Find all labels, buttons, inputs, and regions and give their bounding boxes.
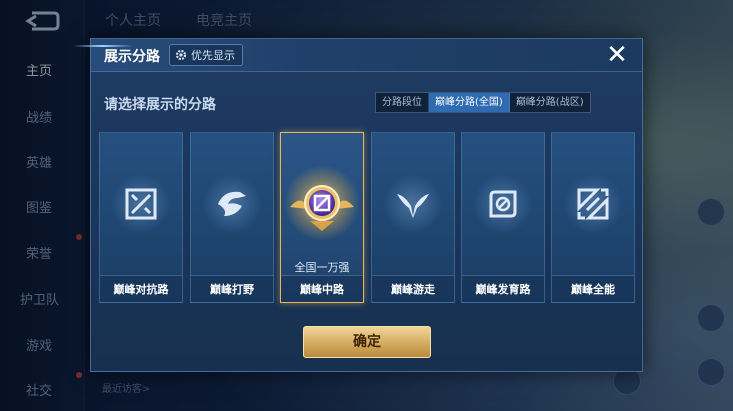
clash-lane-icon bbox=[112, 175, 170, 233]
lane-card-label: 巅峰中路 bbox=[281, 275, 363, 302]
lane-display-dialog: 展示分路 优先显示 ✕ 请选择展示的分路 分路段位 巅峰分路(全国) 巅峰分路(… bbox=[73, 38, 643, 372]
tab-lane-rank[interactable]: 分路段位 bbox=[376, 93, 429, 112]
mid-lane-icon bbox=[282, 163, 362, 243]
close-icon[interactable]: ✕ bbox=[604, 42, 630, 69]
lane-card-roam[interactable]: 巅峰游走 bbox=[371, 132, 455, 303]
gear-icon bbox=[175, 49, 187, 61]
lane-card-clash[interactable]: 巅峰对抗路 bbox=[99, 132, 183, 303]
jungle-icon bbox=[203, 175, 261, 233]
roam-icon bbox=[384, 175, 442, 233]
lane-card-farm[interactable]: 巅峰发育路 bbox=[461, 132, 545, 303]
dialog-header: 展示分路 优先显示 ✕ bbox=[73, 39, 642, 72]
lane-card-mid[interactable]: 全国一万强 巅峰中路 bbox=[280, 132, 364, 303]
confirm-button[interactable]: 确定 bbox=[303, 326, 431, 358]
tab-peak-region[interactable]: 巅峰分路(战区) bbox=[510, 93, 590, 112]
all-round-icon bbox=[564, 175, 622, 233]
rank-badge-text: 全国一万强 bbox=[294, 261, 350, 274]
lane-card-label: 巅峰发育路 bbox=[462, 275, 544, 302]
lane-card-label: 巅峰游走 bbox=[372, 275, 454, 302]
dialog-title: 展示分路 bbox=[104, 49, 160, 65]
lane-card-label: 巅峰对抗路 bbox=[100, 275, 182, 302]
lane-tabs: 分路段位 巅峰分路(全国) 巅峰分路(战区) bbox=[375, 92, 591, 113]
lane-card-all-round[interactable]: 巅峰全能 bbox=[551, 132, 635, 303]
dialog-subtitle: 请选择展示的分路 bbox=[104, 97, 216, 113]
priority-display-label: 优先显示 bbox=[191, 49, 235, 62]
lane-card-label: 巅峰全能 bbox=[552, 275, 634, 302]
lane-card-label: 巅峰打野 bbox=[191, 275, 273, 302]
priority-display-button[interactable]: 优先显示 bbox=[169, 44, 243, 66]
lane-card-jungle[interactable]: 巅峰打野 bbox=[190, 132, 274, 303]
farm-lane-icon bbox=[474, 175, 532, 233]
tab-peak-national[interactable]: 巅峰分路(全国) bbox=[429, 93, 510, 112]
lane-card-list: 巅峰对抗路 巅峰打野 全国一万强 巅峰中路 巅峰游走 巅峰发育路 巅峰全能 bbox=[99, 132, 639, 303]
